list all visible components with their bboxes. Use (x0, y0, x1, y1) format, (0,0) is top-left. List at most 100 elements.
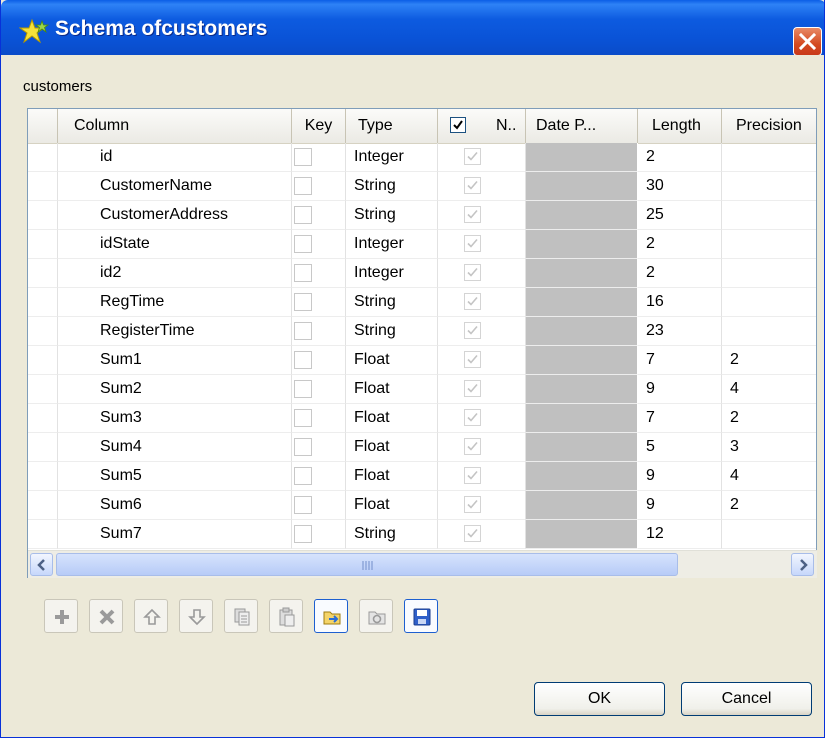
date-pattern-cell[interactable] (526, 259, 638, 288)
type-cell[interactable]: Float (346, 491, 438, 520)
table-row[interactable]: Sum7 String 12 (28, 520, 816, 549)
date-pattern-cell[interactable] (526, 491, 638, 520)
nullable-cell[interactable] (438, 375, 526, 404)
length-cell[interactable]: 16 (638, 288, 722, 317)
move-up-button[interactable] (134, 599, 168, 633)
row-selector[interactable] (28, 259, 58, 288)
header-date-pattern[interactable]: Date P... (526, 109, 638, 143)
type-cell[interactable]: Float (346, 404, 438, 433)
length-cell[interactable]: 2 (638, 259, 722, 288)
type-cell[interactable]: String (346, 288, 438, 317)
precision-cell[interactable]: 2 (722, 491, 816, 520)
key-cell[interactable] (292, 375, 346, 404)
column-name-cell[interactable]: Sum7 (58, 520, 292, 549)
precision-cell[interactable] (722, 172, 816, 201)
key-checkbox[interactable] (294, 322, 312, 340)
key-cell[interactable] (292, 433, 346, 462)
nullable-cell[interactable] (438, 259, 526, 288)
date-pattern-cell[interactable] (526, 201, 638, 230)
row-selector[interactable] (28, 346, 58, 375)
precision-cell[interactable]: 4 (722, 375, 816, 404)
nullable-checkbox[interactable] (464, 380, 481, 397)
ok-button[interactable]: OK (534, 682, 665, 716)
length-cell[interactable]: 2 (638, 230, 722, 259)
type-cell[interactable]: String (346, 317, 438, 346)
column-name-cell[interactable]: CustomerName (58, 172, 292, 201)
type-cell[interactable]: String (346, 172, 438, 201)
length-cell[interactable]: 9 (638, 491, 722, 520)
row-selector[interactable] (28, 317, 58, 346)
date-pattern-cell[interactable] (526, 143, 638, 172)
close-button[interactable] (793, 27, 822, 56)
table-row[interactable]: Sum1 Float 7 2 (28, 346, 816, 375)
date-pattern-cell[interactable] (526, 346, 638, 375)
type-cell[interactable]: Integer (346, 259, 438, 288)
table-row[interactable]: Sum3 Float 7 2 (28, 404, 816, 433)
column-name-cell[interactable]: Sum5 (58, 462, 292, 491)
scroll-left-button[interactable] (30, 553, 53, 576)
precision-cell[interactable] (722, 230, 816, 259)
row-selector[interactable] (28, 230, 58, 259)
row-selector[interactable] (28, 288, 58, 317)
type-cell[interactable]: String (346, 520, 438, 549)
row-selector[interactable] (28, 433, 58, 462)
nullable-cell[interactable] (438, 143, 526, 172)
column-name-cell[interactable]: Sum4 (58, 433, 292, 462)
row-selector[interactable] (28, 520, 58, 549)
key-checkbox[interactable] (294, 525, 312, 543)
column-name-cell[interactable]: CustomerAddress (58, 201, 292, 230)
type-cell[interactable]: String (346, 201, 438, 230)
nullable-checkbox[interactable] (464, 496, 481, 513)
key-checkbox[interactable] (294, 293, 312, 311)
key-cell[interactable] (292, 520, 346, 549)
nullable-checkbox[interactable] (464, 409, 481, 426)
key-cell[interactable] (292, 201, 346, 230)
scroll-thumb[interactable] (56, 553, 678, 576)
key-checkbox[interactable] (294, 148, 312, 166)
key-checkbox[interactable] (294, 467, 312, 485)
key-cell[interactable] (292, 404, 346, 433)
type-cell[interactable]: Integer (346, 143, 438, 172)
key-checkbox[interactable] (294, 438, 312, 456)
nullable-checkbox[interactable] (464, 351, 481, 368)
key-cell[interactable] (292, 491, 346, 520)
header-length[interactable]: Length (638, 109, 722, 143)
row-selector[interactable] (28, 404, 58, 433)
row-selector[interactable] (28, 375, 58, 404)
precision-cell[interactable]: 2 (722, 404, 816, 433)
precision-cell[interactable]: 3 (722, 433, 816, 462)
row-selector[interactable] (28, 172, 58, 201)
nullable-cell[interactable] (438, 317, 526, 346)
row-selector[interactable] (28, 462, 58, 491)
key-checkbox[interactable] (294, 206, 312, 224)
length-cell[interactable]: 25 (638, 201, 722, 230)
row-selector[interactable] (28, 491, 58, 520)
nullable-cell[interactable] (438, 491, 526, 520)
column-name-cell[interactable]: RegTime (58, 288, 292, 317)
type-cell[interactable]: Float (346, 346, 438, 375)
nullable-cell[interactable] (438, 201, 526, 230)
precision-cell[interactable]: 4 (722, 462, 816, 491)
table-row[interactable]: RegTime String 16 (28, 288, 816, 317)
nullable-checkbox[interactable] (464, 264, 481, 281)
nullable-checkbox[interactable] (464, 177, 481, 194)
column-name-cell[interactable]: Sum1 (58, 346, 292, 375)
table-row[interactable]: id2 Integer 2 (28, 259, 816, 288)
row-selector[interactable] (28, 143, 58, 172)
key-checkbox[interactable] (294, 351, 312, 369)
header-column[interactable]: Column (58, 109, 292, 143)
key-checkbox[interactable] (294, 177, 312, 195)
column-name-cell[interactable]: Sum6 (58, 491, 292, 520)
nullable-cell[interactable] (438, 230, 526, 259)
table-row[interactable]: id Integer 2 (28, 143, 816, 172)
nullable-cell[interactable] (438, 462, 526, 491)
scroll-right-button[interactable] (791, 553, 814, 576)
precision-cell[interactable]: 2 (722, 346, 816, 375)
column-name-cell[interactable]: id (58, 143, 292, 172)
table-row[interactable]: CustomerAddress String 25 (28, 201, 816, 230)
row-selector[interactable] (28, 201, 58, 230)
table-row[interactable]: RegisterTime String 23 (28, 317, 816, 346)
column-name-cell[interactable]: idState (58, 230, 292, 259)
key-checkbox[interactable] (294, 235, 312, 253)
key-checkbox[interactable] (294, 380, 312, 398)
